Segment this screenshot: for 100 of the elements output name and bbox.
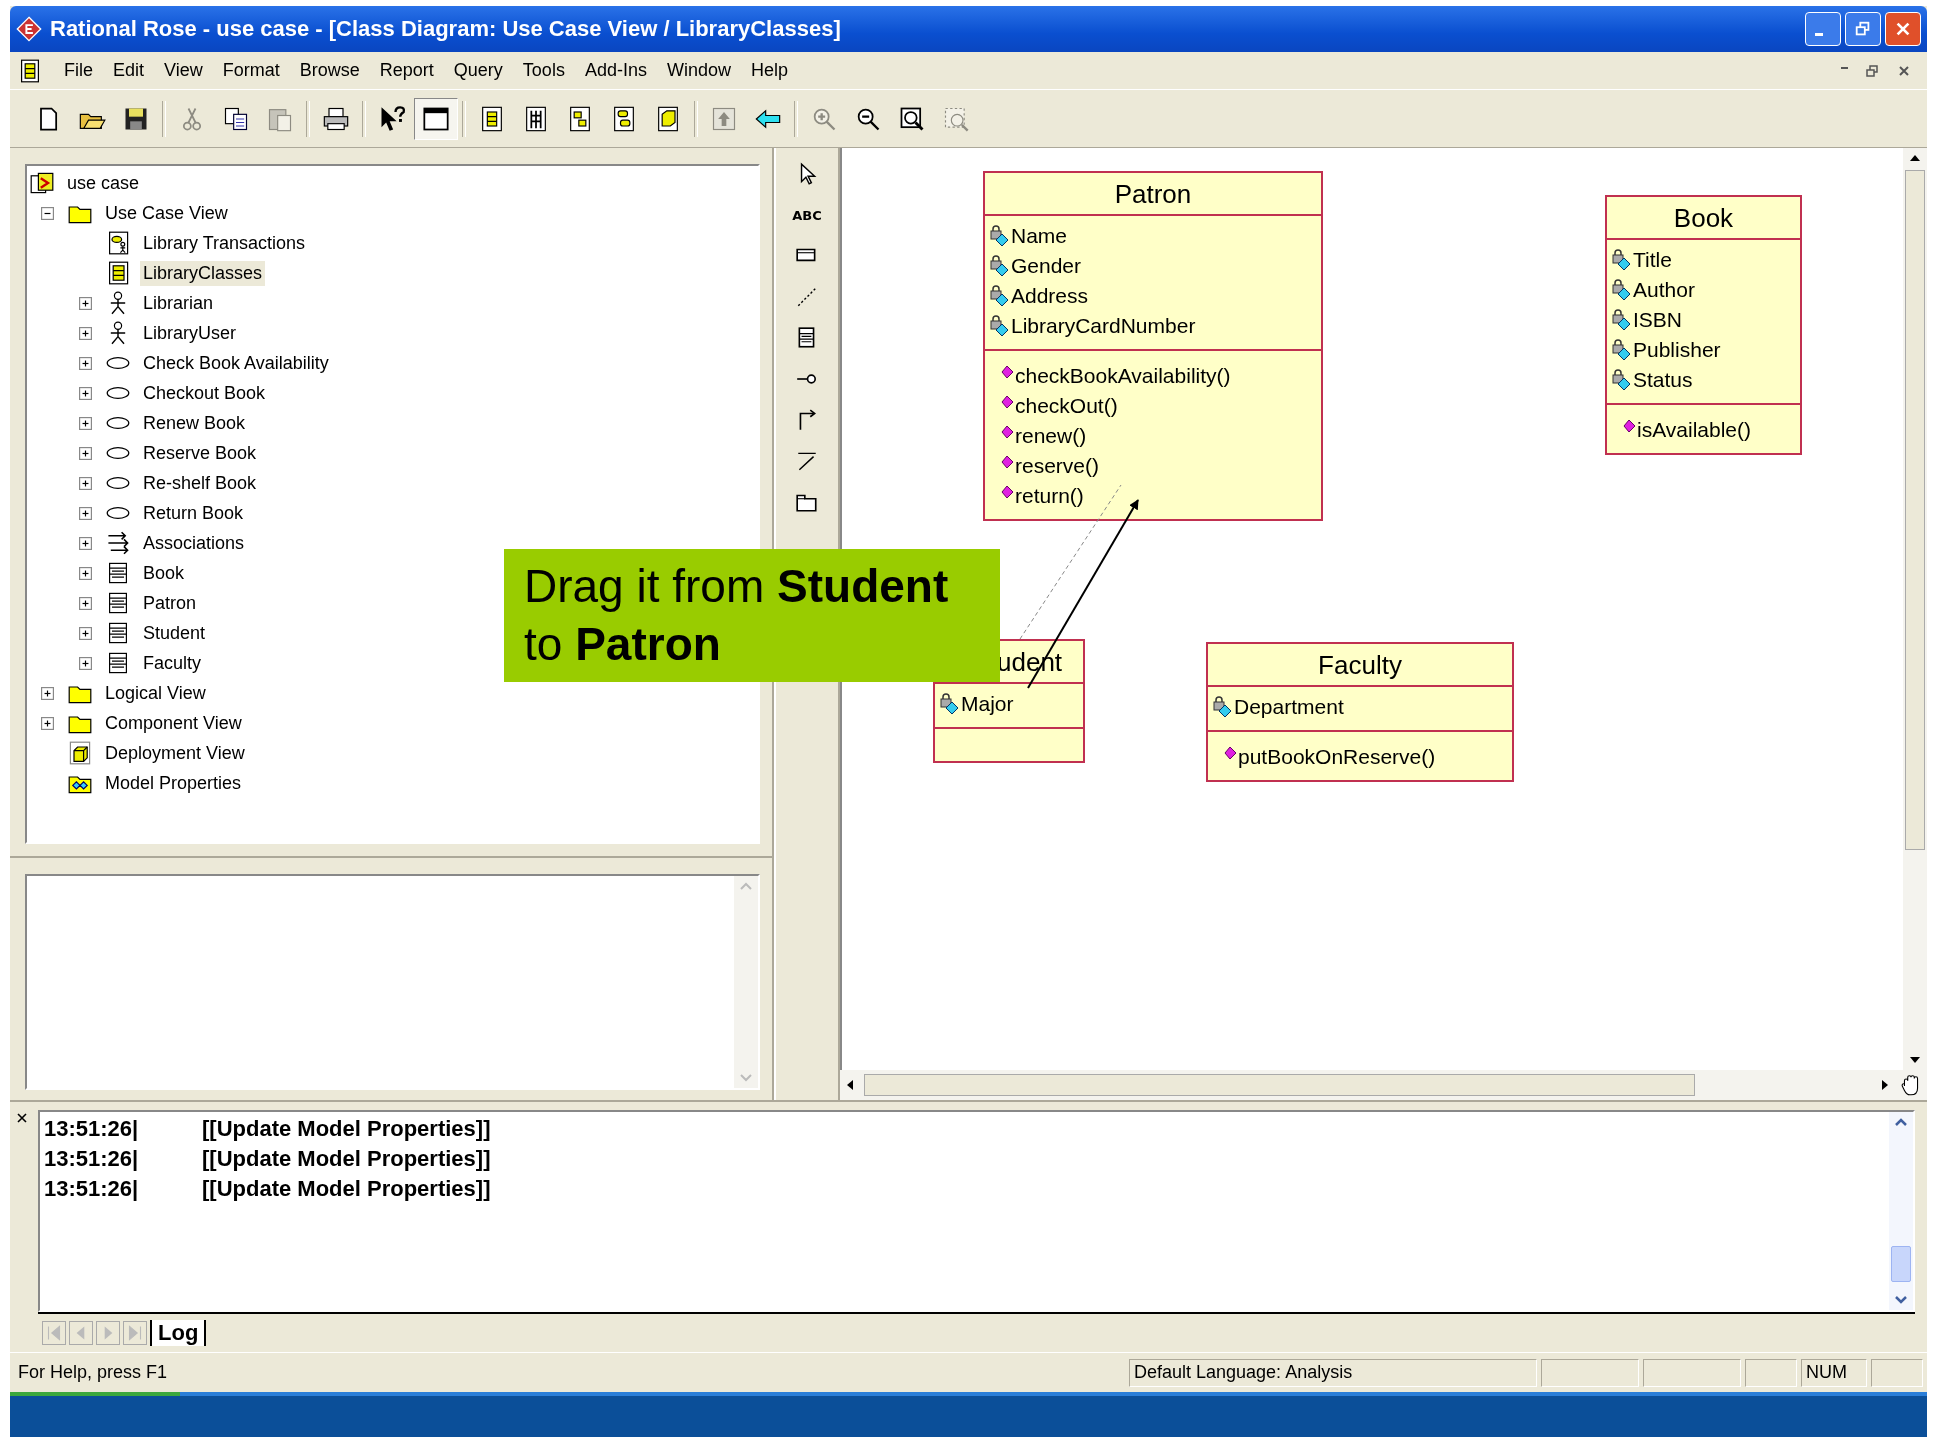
expand-toggle[interactable] <box>79 596 92 610</box>
tree-item[interactable]: Return Book <box>140 500 247 526</box>
expand-toggle[interactable] <box>79 536 92 550</box>
minimize-icon <box>1815 33 1823 36</box>
expand-toggle[interactable] <box>79 296 92 310</box>
close-icon <box>1897 63 1911 78</box>
scrollbar[interactable] <box>734 876 758 1088</box>
expand-toggle[interactable] <box>79 386 92 400</box>
expand-toggle[interactable] <box>79 416 92 430</box>
status-text: Default Language: Analysis <box>1129 1358 1537 1387</box>
tree-item[interactable]: Faculty <box>140 650 205 676</box>
menu-item[interactable]: View <box>154 58 213 83</box>
class-name: Book <box>1673 203 1734 233</box>
tree-item[interactable]: Renew Book <box>140 410 249 436</box>
tree-item[interactable]: Patron <box>140 590 200 616</box>
tree-item[interactable]: LibraryClasses <box>140 260 266 286</box>
diamond-icon <box>1001 455 1015 469</box>
class-box[interactable]: Patron Name Gender Address LibraryCardNumber checkBookAvailability() checkOut() renew() reserve() return() <box>983 171 1323 521</box>
menu-item[interactable]: Help <box>740 58 798 83</box>
log-message: [[Update Model Properties]] <box>202 1176 491 1202</box>
tree-item[interactable]: Library Transactions <box>140 230 309 256</box>
palette-tool[interactable]: ABC <box>787 197 827 233</box>
menu-item[interactable]: Report <box>369 58 444 83</box>
tree-item[interactable]: Re-shelf Book <box>140 470 260 496</box>
menu-item[interactable]: Format <box>212 58 290 83</box>
close-button[interactable] <box>1885 12 1921 46</box>
menu-item[interactable]: Tools <box>512 58 575 83</box>
tree-item[interactable]: Checkout Book <box>140 380 269 406</box>
close-icon[interactable] <box>16 1112 28 1124</box>
attribute-name: Title <box>1633 248 1672 272</box>
status-pane <box>1745 1358 1797 1387</box>
menu-item[interactable]: Browse <box>289 58 370 83</box>
expand-toggle[interactable] <box>79 626 92 640</box>
lock-diamond-icon <box>1611 339 1633 361</box>
class-icon <box>106 561 130 585</box>
log-tab[interactable]: Log <box>150 1320 207 1346</box>
attribute-name: ISBN <box>1633 308 1682 332</box>
attribute-name: Major <box>961 692 1014 716</box>
expand-toggle[interactable] <box>41 686 54 700</box>
diamond-icon <box>1001 395 1015 409</box>
log-time: 13:51:26| <box>44 1116 140 1142</box>
diamond-icon <box>1623 419 1637 433</box>
tree-item[interactable]: Use Case View <box>102 200 231 226</box>
toolbar-button[interactable] <box>414 97 458 140</box>
menu-item[interactable]: Edit <box>103 58 155 83</box>
tree-item[interactable]: use case <box>64 170 143 196</box>
scroll-thumb[interactable] <box>1891 1246 1911 1282</box>
operation-name: checkBookAvailability() <box>1015 364 1231 388</box>
log-time: 13:51:26| <box>44 1146 140 1172</box>
lock-diamond-icon <box>1212 696 1234 718</box>
menu-item[interactable]: Window <box>656 58 741 83</box>
menu-item[interactable]: Query <box>443 58 513 83</box>
diamond-icon <box>1001 365 1015 379</box>
tree-item[interactable]: Student <box>140 620 209 646</box>
class-box[interactable]: Faculty Department putBookOnReserve() <box>1206 642 1514 782</box>
class-box[interactable]: Book Title Author ISBN Publisher Status isAvailable() <box>1605 195 1802 455</box>
document-icon <box>18 58 42 83</box>
tree-item[interactable]: Librarian <box>140 290 217 316</box>
lock-diamond-icon <box>989 225 1011 247</box>
menu-item[interactable]: File <box>54 58 103 83</box>
expand-toggle[interactable] <box>79 656 92 670</box>
tree-item[interactable]: Model Properties <box>102 770 245 796</box>
lock-diamond-icon <box>1611 369 1633 391</box>
expand-toggle[interactable] <box>79 326 92 340</box>
tree-item[interactable]: Component View <box>102 710 245 736</box>
tree-item[interactable]: LibraryUser <box>140 320 240 346</box>
tree-item[interactable]: Book <box>140 560 188 586</box>
log-message: [[Update Model Properties]] <box>202 1116 491 1142</box>
expand-toggle[interactable] <box>79 476 92 490</box>
restore-button[interactable] <box>1845 12 1881 46</box>
window-title: Rational Rose - use case - [Class Diagram: Use Case View / LibraryClasses] <box>50 16 841 42</box>
expand-toggle[interactable] <box>79 356 92 370</box>
status-text: For Help, press F1 <box>17 1361 169 1384</box>
minimize-icon <box>1840 66 1848 69</box>
class-name: Patron <box>1114 179 1192 209</box>
expand-toggle[interactable] <box>79 446 92 460</box>
attribute-name: Status <box>1633 368 1693 392</box>
attribute-name: Publisher <box>1633 338 1721 362</box>
scrollbar[interactable] <box>1889 1112 1913 1310</box>
attribute-name: Address <box>1011 284 1089 308</box>
tree-item[interactable]: Deployment View <box>102 740 248 766</box>
expand-toggle[interactable] <box>41 206 54 220</box>
app-logo-icon <box>16 16 42 42</box>
start-button[interactable] <box>10 1392 180 1396</box>
diamond-icon <box>1001 485 1015 499</box>
scroll-thumb[interactable] <box>1905 170 1925 850</box>
minimize-button[interactable] <box>1805 12 1841 46</box>
class-name: Faculty <box>1318 650 1402 680</box>
scrollbar[interactable] <box>1903 148 1927 1070</box>
tree-item[interactable]: Associations <box>140 530 248 556</box>
expand-toggle[interactable] <box>41 716 54 730</box>
tree-item[interactable]: Logical View <box>102 680 209 706</box>
expand-toggle[interactable] <box>79 506 92 520</box>
tree-item[interactable]: Reserve Book <box>140 440 260 466</box>
scroll-thumb[interactable] <box>864 1074 1695 1096</box>
menu-item[interactable]: Add-Ins <box>574 58 657 83</box>
expand-toggle[interactable] <box>79 566 92 580</box>
model-icon <box>30 171 54 195</box>
arrows-icon <box>106 531 130 555</box>
tree-item[interactable]: Check Book Availability <box>140 350 332 376</box>
